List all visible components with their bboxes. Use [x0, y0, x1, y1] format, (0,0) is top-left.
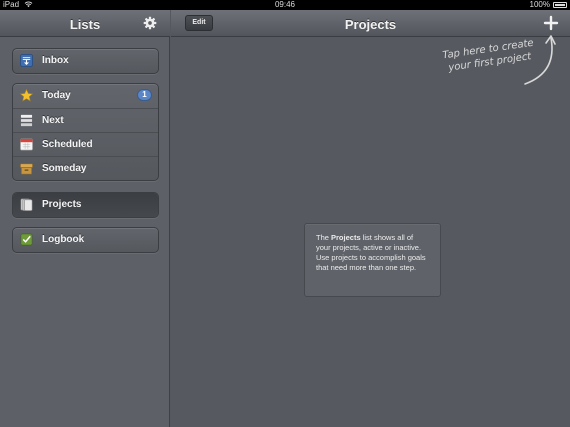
projects-icon — [20, 198, 33, 211]
sidebar-item-label: Today — [42, 90, 71, 101]
battery-icon — [553, 2, 567, 8]
box-icon — [20, 163, 33, 175]
sidebar-item-label: Logbook — [42, 234, 85, 245]
add-project-button[interactable] — [543, 15, 559, 31]
sidebar-item-label: Next — [42, 115, 64, 126]
battery-percent: 100% — [529, 0, 550, 9]
status-time: 09:46 — [274, 0, 296, 9]
star-icon — [20, 89, 33, 102]
info-text-bold: Projects — [331, 233, 361, 242]
list-icon — [20, 114, 33, 127]
sidebar-item-someday[interactable]: Someday — [13, 156, 158, 180]
sidebar-item-label: Someday — [42, 163, 87, 174]
curved-arrow-icon — [524, 35, 556, 85]
inbox-group: Inbox — [12, 48, 159, 74]
logbook-group: Logbook — [12, 227, 159, 253]
sidebar-item-label: Scheduled — [42, 139, 93, 150]
sidebar-item-logbook[interactable]: Logbook — [13, 228, 158, 252]
sidebar-item-label: Inbox — [42, 55, 69, 66]
calendar-icon — [20, 138, 33, 151]
sidebar-item-projects[interactable]: Projects — [13, 193, 158, 217]
gear-icon[interactable] — [143, 16, 157, 30]
sidebar: Lists Inbox Today 1 Next Scheduled Somed… — [0, 10, 170, 427]
page-title: Projects — [344, 17, 397, 32]
info-text-pre: The — [316, 233, 332, 242]
projects-info-box: The Projects list shows all of your proj… — [304, 223, 441, 297]
sidebar-item-inbox[interactable]: Inbox — [13, 49, 158, 73]
inbox-icon — [20, 54, 33, 67]
status-bar: iPad 09:46 100% — [0, 0, 570, 10]
logbook-icon — [20, 233, 33, 246]
sidebar-item-today[interactable]: Today 1 — [13, 84, 158, 108]
sidebar-item-label: Projects — [42, 199, 82, 210]
focus-group: Today 1 Next Scheduled Someday — [12, 83, 159, 181]
sidebar-item-scheduled[interactable]: Scheduled — [13, 132, 158, 156]
sidebar-navbar: Lists — [0, 10, 170, 37]
projects-group: Projects — [12, 192, 159, 218]
sidebar-item-next[interactable]: Next — [13, 108, 158, 132]
main-navbar: Edit Projects — [171, 10, 570, 37]
main-panel: Edit Projects Tap here to create your fi… — [171, 10, 570, 427]
today-count-badge: 1 — [137, 89, 152, 101]
